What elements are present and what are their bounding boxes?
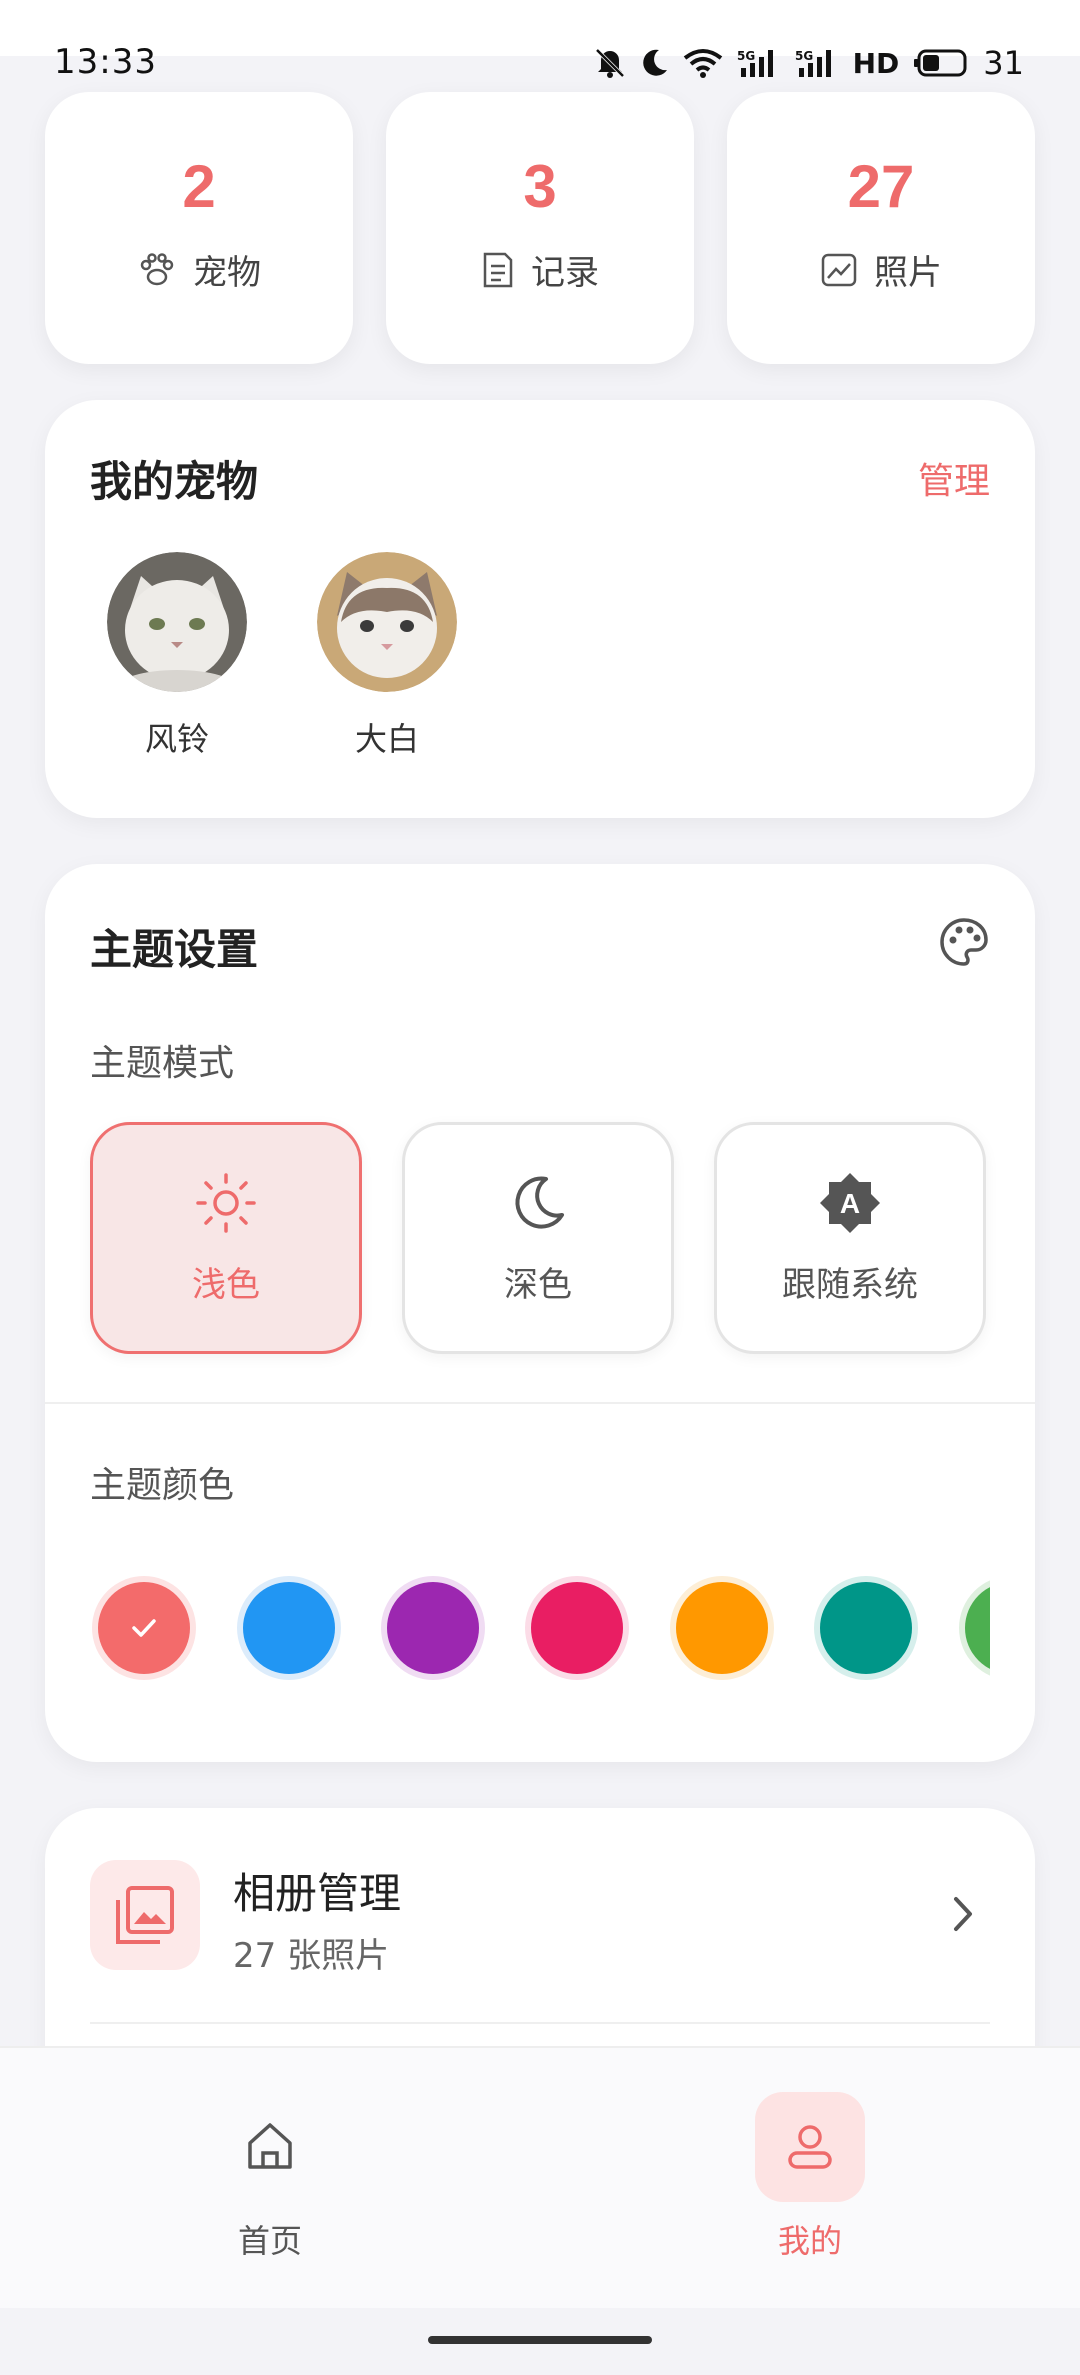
notes-icon (483, 252, 513, 287)
album-subtitle: 27 张照片 (233, 1936, 390, 1976)
color-swatch-green[interactable] (965, 1582, 990, 1674)
mute-icon (595, 48, 625, 78)
stat-card-photos[interactable]: 27 照片 (727, 92, 1035, 364)
pet-name: 风铃 (144, 720, 209, 758)
hd-label: HD (852, 46, 900, 80)
stat-value: 3 (523, 153, 557, 220)
color-swatch-orange[interactable] (676, 1582, 768, 1674)
chevron-right-icon (954, 1897, 972, 1931)
photo-icon (821, 253, 857, 286)
stat-label-text: 宠物 (193, 253, 261, 293)
my-pets-card: 我的宠物 管理 风铃 大白 (45, 400, 1035, 818)
pet-item[interactable]: 大白 (317, 552, 457, 760)
check-icon (132, 1619, 156, 1637)
status-time: 13:33 (54, 42, 157, 82)
album-title: 相册管理 (233, 1869, 402, 1918)
home-icon (248, 2123, 292, 2169)
battery-level: 31 (983, 44, 1024, 82)
home-indicator[interactable] (428, 2336, 652, 2344)
signal-5g-icon-2: 5G (795, 49, 831, 77)
color-swatch-teal[interactable] (820, 1582, 912, 1674)
color-swatch-blue[interactable] (243, 1582, 335, 1674)
battery-icon (914, 49, 967, 77)
moon-status-icon (642, 49, 667, 76)
paw-icon (140, 252, 174, 285)
stat-label-text: 记录 (531, 253, 599, 293)
pet-avatar (317, 552, 457, 692)
manage-pets-link[interactable]: 管理 (918, 452, 990, 504)
theme-settings-card: 主题设置 主题模式 浅色 深色 A 跟随系统 主题颜色 (45, 864, 1035, 1762)
stat-value: 27 (847, 153, 915, 220)
color-swatch-coral[interactable] (98, 1582, 190, 1674)
nav-mine[interactable]: 我的 (730, 2092, 890, 2262)
divider (90, 2022, 990, 2024)
color-swatch-strip (90, 864, 990, 1762)
nav-home[interactable]: 首页 (190, 2092, 350, 2262)
photo-library-icon (116, 1886, 174, 1944)
nav-home-label: 首页 (237, 2222, 302, 2260)
pet-avatar (107, 552, 247, 692)
pet-name: 大白 (354, 720, 419, 758)
status-icons: 5G 5G HD 31 (593, 44, 1024, 82)
stat-label-text: 照片 (874, 253, 942, 293)
album-icon-box (90, 1860, 200, 1970)
svg-text:5G: 5G (795, 49, 813, 63)
my-pets-title: 我的宠物 (90, 457, 259, 506)
wifi-icon (683, 49, 722, 78)
stat-card-records[interactable]: 3 记录 (386, 92, 694, 364)
stat-value: 2 (182, 153, 216, 220)
person-icon (788, 2125, 832, 2169)
bottom-navigation: 首页 我的 (0, 2046, 1080, 2308)
nav-mine-label: 我的 (777, 2222, 842, 2260)
stat-card-pets[interactable]: 2 宠物 (45, 92, 353, 364)
signal-5g-icon: 5G (737, 49, 773, 77)
color-swatch-purple[interactable] (387, 1582, 479, 1674)
pet-item[interactable]: 风铃 (107, 552, 247, 760)
svg-text:5G: 5G (737, 49, 755, 63)
color-swatch-pink[interactable] (531, 1582, 623, 1674)
